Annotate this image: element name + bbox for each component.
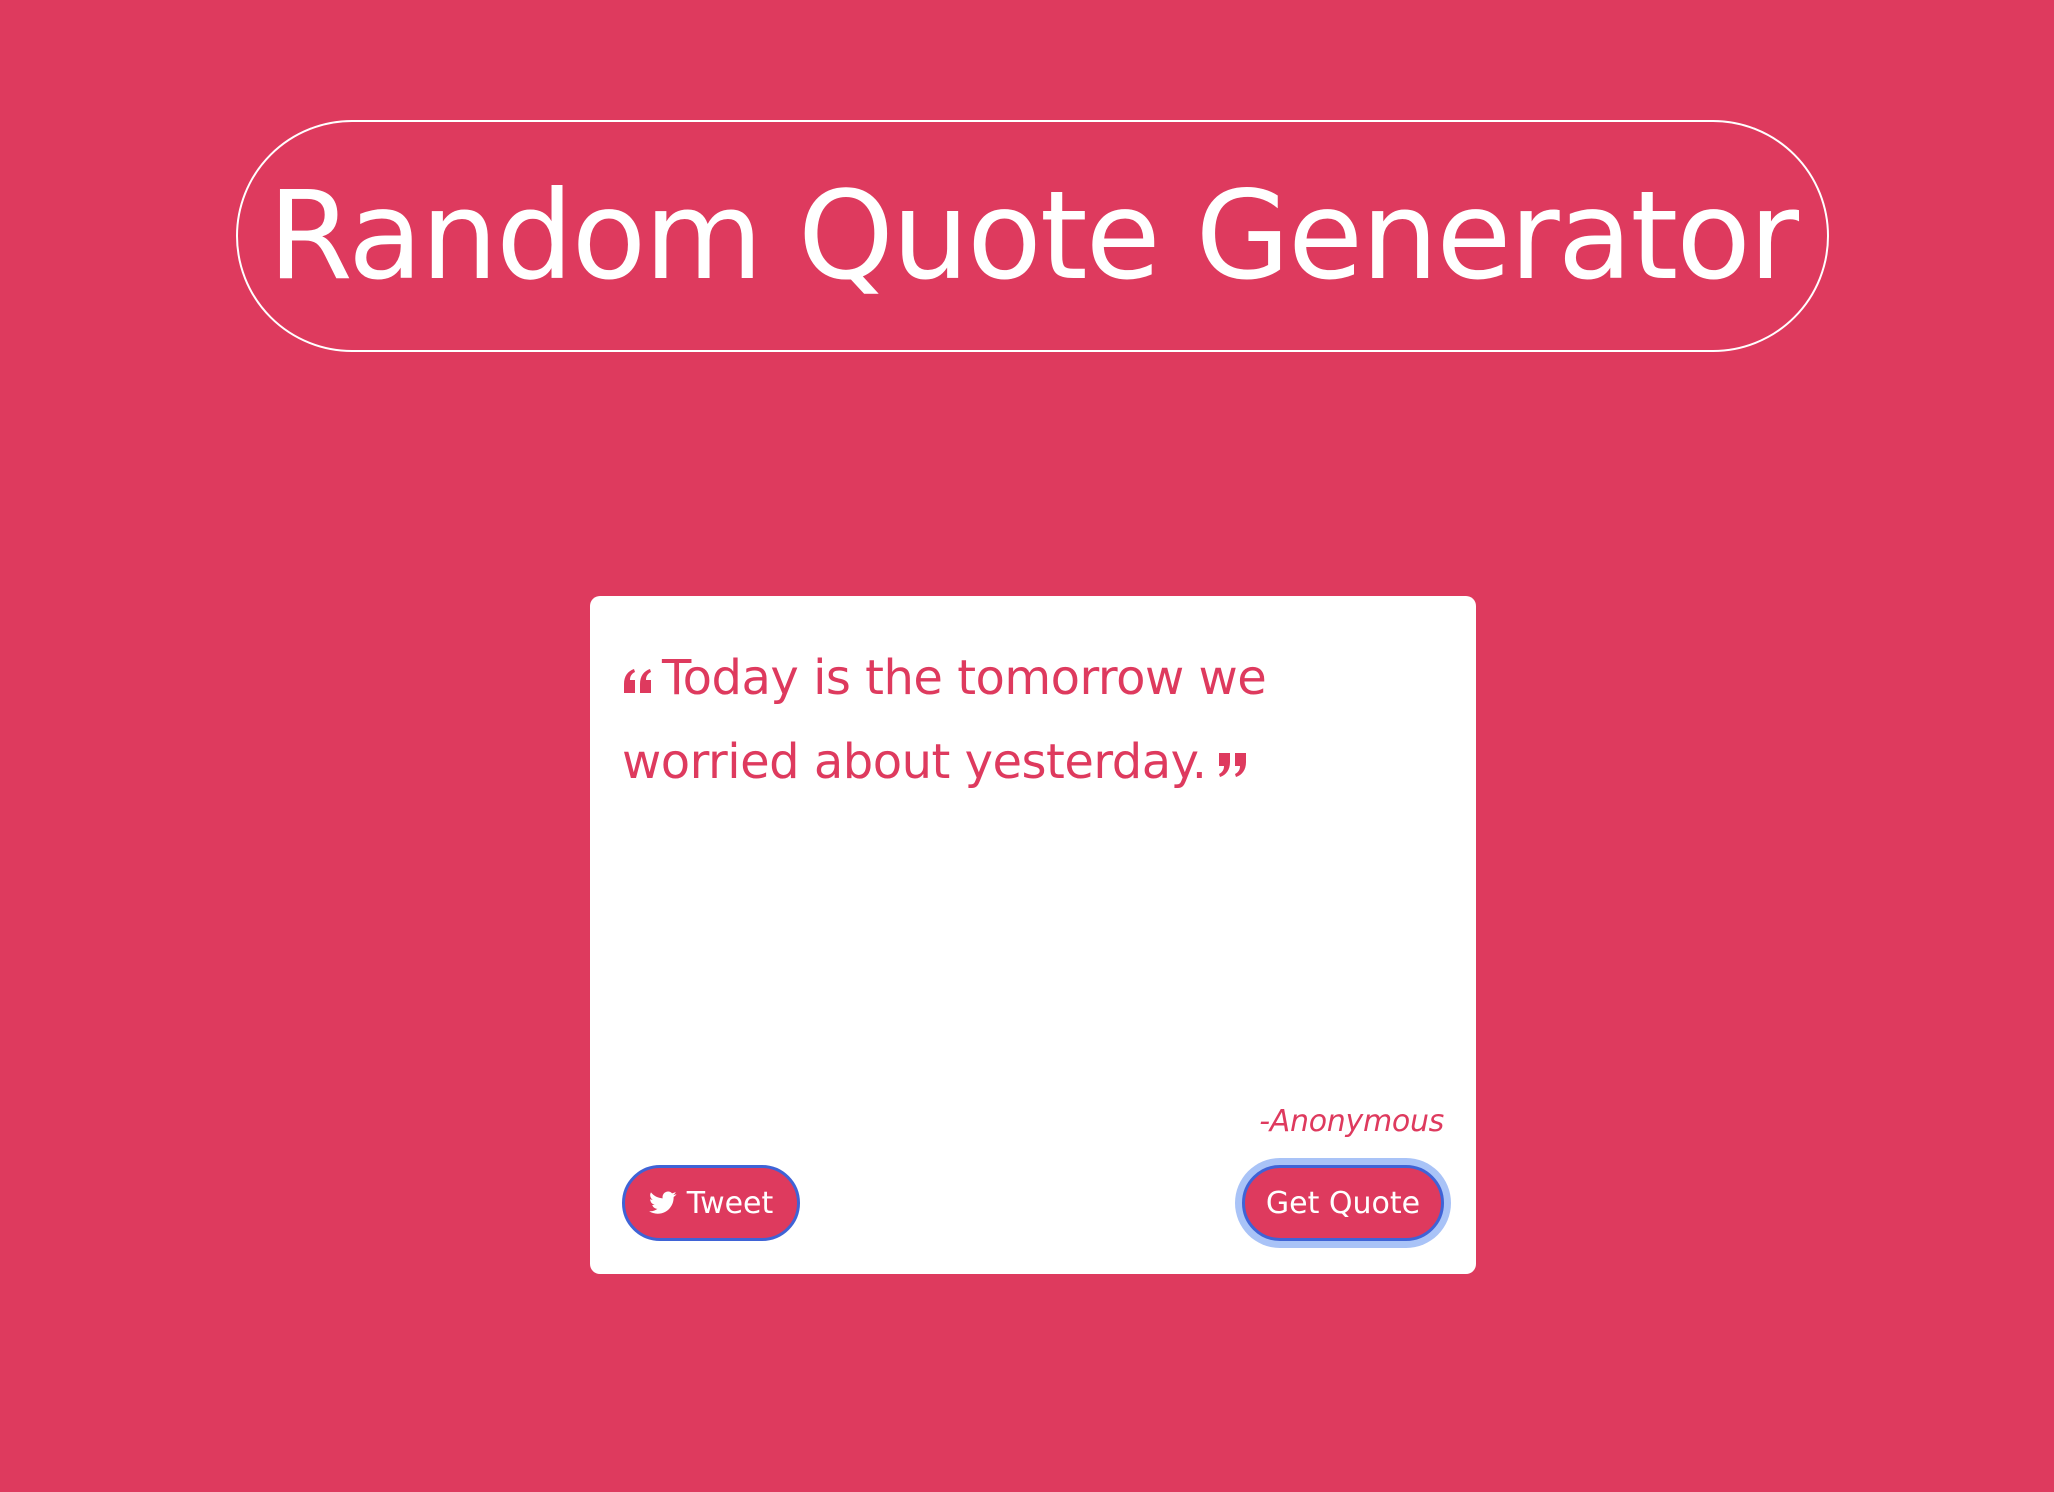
quote-author: -Anonymous bbox=[1259, 1104, 1444, 1139]
quote-text: Today is the tomorrow we worried about y… bbox=[622, 650, 1267, 790]
page-title: Random Quote Generator bbox=[267, 165, 1799, 307]
tweet-button-label: Tweet bbox=[686, 1185, 774, 1221]
get-quote-button-label: Get Quote bbox=[1265, 1185, 1421, 1221]
quote-box: Today is the tomorrow we worried about y… bbox=[622, 636, 1322, 804]
quote-right-icon bbox=[1219, 753, 1247, 777]
get-quote-button[interactable]: Get Quote bbox=[1242, 1165, 1444, 1241]
quote-card: Today is the tomorrow we worried about y… bbox=[590, 596, 1476, 1274]
quote-left-icon bbox=[624, 669, 651, 693]
tweet-button[interactable]: Tweet bbox=[622, 1165, 800, 1241]
header-banner: Random Quote Generator bbox=[236, 120, 1829, 352]
twitter-icon bbox=[648, 1191, 677, 1214]
